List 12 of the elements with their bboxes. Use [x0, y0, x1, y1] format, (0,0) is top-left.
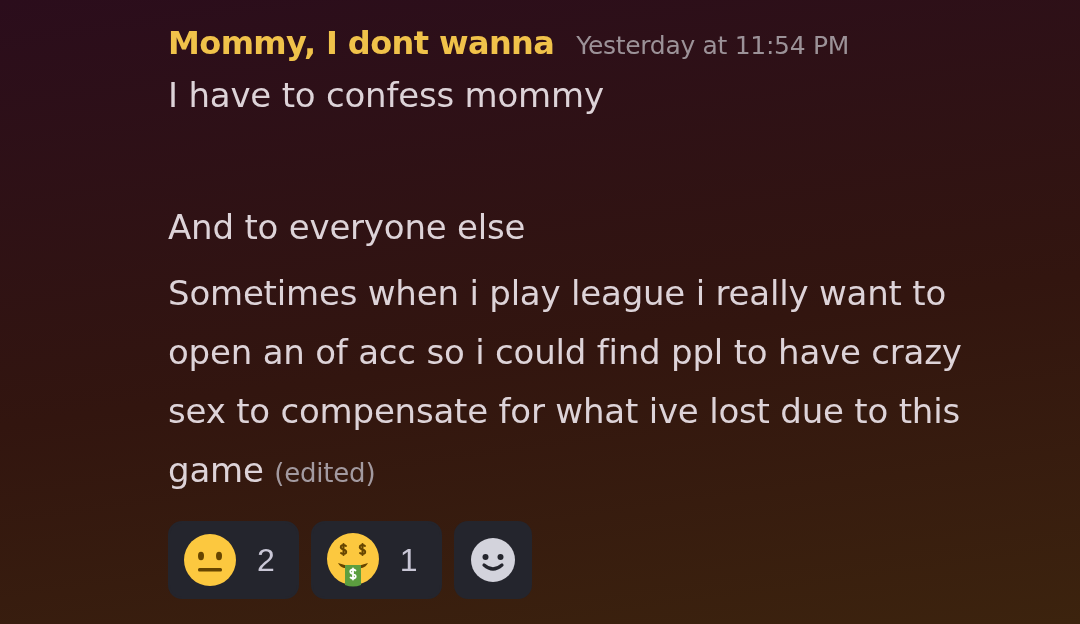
smiley-icon — [470, 538, 515, 582]
reaction-button[interactable]: 2 — [168, 521, 299, 599]
message-timestamp: Yesterday at 11:54 PM — [576, 30, 849, 62]
neutral-face-icon — [183, 533, 237, 587]
edited-label: (edited) — [274, 458, 376, 488]
add-reaction-button[interactable] — [453, 521, 532, 599]
message-text: I have to confess mommy — [168, 74, 605, 117]
reaction-button[interactable]: 1 — [310, 521, 442, 599]
message-text: And to everyone else — [168, 206, 527, 249]
author-name[interactable]: Mommy, I dont wanna — [168, 20, 555, 66]
message-text: Sometimes when i play league i really want to open an of acc so i could find ppl to have crazy sex to compensate for what ive lost due to this game (edited) — [168, 272, 963, 492]
money-mouth-face-icon — [325, 533, 380, 587]
